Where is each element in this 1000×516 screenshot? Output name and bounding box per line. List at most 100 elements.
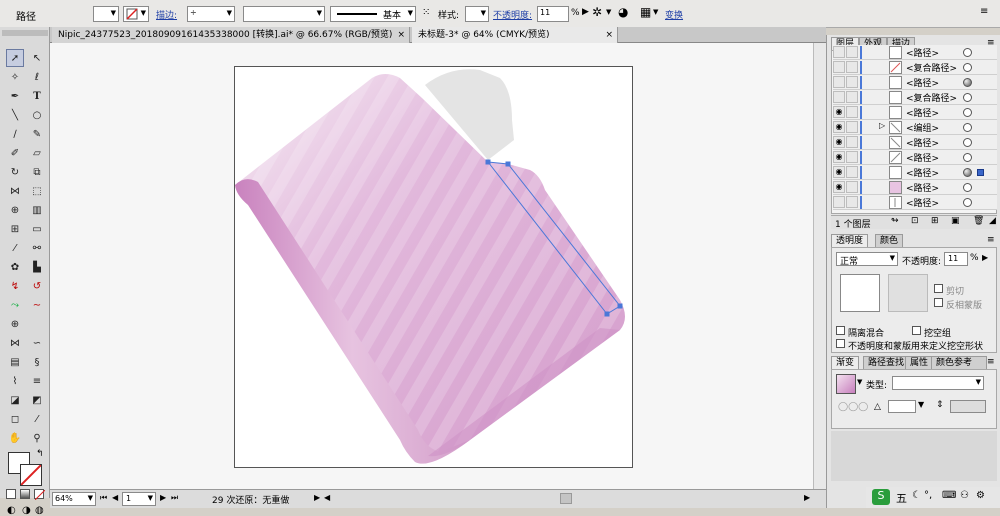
tab-attributes[interactable]: 属性	[905, 356, 934, 369]
prev-artboard-icon[interactable]: ◀	[112, 493, 118, 502]
target-icon[interactable]	[963, 63, 972, 72]
lock-toggle-icon[interactable]	[846, 76, 858, 88]
target-icon[interactable]	[963, 123, 972, 132]
input-method-logo-icon[interactable]: S	[872, 489, 890, 505]
delete-layer-icon[interactable]: 🗑	[973, 216, 984, 226]
last-artboard-icon[interactable]: ⏭	[171, 493, 178, 503]
user-icon[interactable]: ⚇	[960, 490, 969, 501]
gradient-type-dropdown[interactable]: ▼	[892, 376, 984, 390]
layer-row[interactable]: <复合路径>	[833, 60, 997, 75]
visibility-toggle-icon[interactable]	[833, 91, 845, 103]
panel-resize-icon[interactable]: ◢	[989, 216, 996, 226]
target-icon[interactable]	[963, 198, 972, 207]
keyboard-icon[interactable]: ⌨	[942, 490, 956, 501]
next-artboard-icon[interactable]: ▶	[160, 493, 166, 502]
target-icon[interactable]	[963, 153, 972, 162]
zoom-dropdown[interactable]: 64% ▼	[52, 492, 96, 506]
layer-name: <路径>	[906, 199, 940, 209]
gradient-aspect-field[interactable]	[950, 400, 986, 413]
transparency-panel-menu-icon[interactable]: ≡	[987, 235, 995, 245]
tab-color[interactable]: 颜色	[875, 234, 904, 247]
target-icon[interactable]	[963, 183, 972, 192]
gradient-swatch[interactable]	[836, 374, 856, 394]
visibility-toggle-icon[interactable]	[833, 76, 845, 88]
lock-toggle-icon[interactable]	[846, 61, 858, 73]
target-icon[interactable]	[963, 93, 972, 102]
eye-icon[interactable]: ◉	[833, 151, 845, 163]
gradient-swatch-dropdown-icon[interactable]: ▼	[857, 378, 862, 386]
scroll-left-icon[interactable]: ◀	[324, 493, 330, 502]
zoom-value: 64%	[55, 494, 73, 503]
tab-gradient[interactable]: 渐变	[831, 356, 860, 369]
eye-icon[interactable]: ◉	[833, 121, 845, 133]
layer-thumbnail	[889, 166, 902, 179]
mask-thumbnail[interactable]	[888, 274, 928, 312]
status-menu-arrow-icon[interactable]: ▶	[314, 493, 320, 502]
visibility-toggle-icon[interactable]	[833, 61, 845, 73]
layer-row[interactable]: ◉ <路径>	[833, 105, 997, 120]
invert-mask-checkbox[interactable]	[934, 298, 943, 308]
target-icon[interactable]	[963, 108, 972, 117]
layer-row-selected[interactable]: ◉ <路径>	[833, 165, 997, 180]
horizontal-scroll-thumb[interactable]	[560, 493, 572, 504]
object-thumbnail[interactable]	[840, 274, 880, 312]
moon-icon[interactable]: ☾	[912, 490, 921, 501]
lock-toggle-icon[interactable]	[846, 181, 858, 193]
isolate-blending-checkbox[interactable]	[836, 326, 845, 336]
tab-color-guide[interactable]: 颜色参考	[931, 356, 987, 369]
transparency-opacity-field[interactable]: 11	[944, 252, 968, 266]
visibility-toggle-icon[interactable]	[833, 46, 845, 58]
punctuation-icon[interactable]: °,	[924, 490, 932, 501]
eye-icon[interactable]: ◉	[833, 136, 845, 148]
make-clipping-mask-icon[interactable]: ⊡	[911, 216, 919, 226]
settings-icon[interactable]: ⚙	[976, 490, 985, 501]
layer-row[interactable]: <路径>	[833, 45, 997, 60]
artboard-number-dropdown[interactable]: 1 ▼	[122, 492, 156, 506]
blend-mode-dropdown[interactable]: 正常 ▼	[836, 252, 898, 267]
lock-toggle-icon[interactable]	[846, 151, 858, 163]
target-icon[interactable]	[963, 168, 972, 177]
tab-pathfinder[interactable]: 路径查找	[863, 356, 910, 369]
layer-row[interactable]: ◉ <路径>	[833, 135, 997, 150]
opacity-mask-checkbox[interactable]	[836, 339, 845, 349]
layer-row[interactable]: ◉ <路径>	[833, 150, 997, 165]
eye-icon[interactable]: ◉	[833, 166, 845, 178]
canvas-vertical-scrollbar[interactable]	[813, 43, 826, 490]
first-artboard-icon[interactable]: ⏮	[100, 493, 107, 503]
layer-row[interactable]: ◉ <路径>	[833, 180, 997, 195]
layer-row[interactable]: <路径>	[833, 75, 997, 90]
tab-transparency[interactable]: 透明度	[831, 234, 869, 247]
lock-toggle-icon[interactable]	[846, 91, 858, 103]
target-icon[interactable]	[963, 78, 972, 87]
visibility-toggle-icon[interactable]	[833, 196, 845, 208]
target-icon[interactable]	[963, 138, 972, 147]
lock-toggle-icon[interactable]	[846, 196, 858, 208]
lock-toggle-icon[interactable]	[846, 46, 858, 58]
lock-toggle-icon[interactable]	[846, 136, 858, 148]
layer-row[interactable]: <复合路径>	[833, 90, 997, 105]
new-layer-icon[interactable]: ▣	[951, 216, 960, 226]
lock-toggle-icon[interactable]	[846, 106, 858, 118]
locate-object-icon[interactable]: ↬	[891, 216, 899, 226]
expand-arrow-icon[interactable]: ▷	[879, 121, 885, 130]
layer-thumbnail	[889, 106, 902, 119]
gradient-panel: ▼ 类型: ▼ ◯◯◯ △ ▼ ⇕	[831, 369, 997, 429]
clip-checkbox[interactable]	[934, 284, 943, 294]
eye-icon[interactable]: ◉	[833, 181, 845, 193]
scroll-right-icon[interactable]: ▶	[804, 493, 810, 502]
lock-toggle-icon[interactable]	[846, 166, 858, 178]
ime-mode-label[interactable]: 五	[896, 490, 907, 506]
layer-row[interactable]: <路径>	[833, 195, 997, 210]
stroke-gradient-icon[interactable]: ◯◯◯	[838, 402, 868, 412]
selection-indicator-icon[interactable]	[977, 169, 984, 176]
opacity-slider-icon[interactable]: ▶	[982, 253, 988, 262]
knockout-group-checkbox[interactable]	[912, 326, 921, 336]
target-icon[interactable]	[963, 48, 972, 57]
gradient-panel-menu-icon[interactable]: ≡	[987, 357, 995, 367]
new-sublayer-icon[interactable]: ⊞	[931, 216, 939, 226]
layer-row[interactable]: ◉ ▷ <编组>	[833, 120, 997, 135]
lock-toggle-icon[interactable]	[846, 121, 858, 133]
gradient-angle-field[interactable]	[888, 400, 916, 413]
angle-dropdown-icon[interactable]: ▼	[918, 400, 924, 409]
eye-icon[interactable]: ◉	[833, 106, 845, 118]
